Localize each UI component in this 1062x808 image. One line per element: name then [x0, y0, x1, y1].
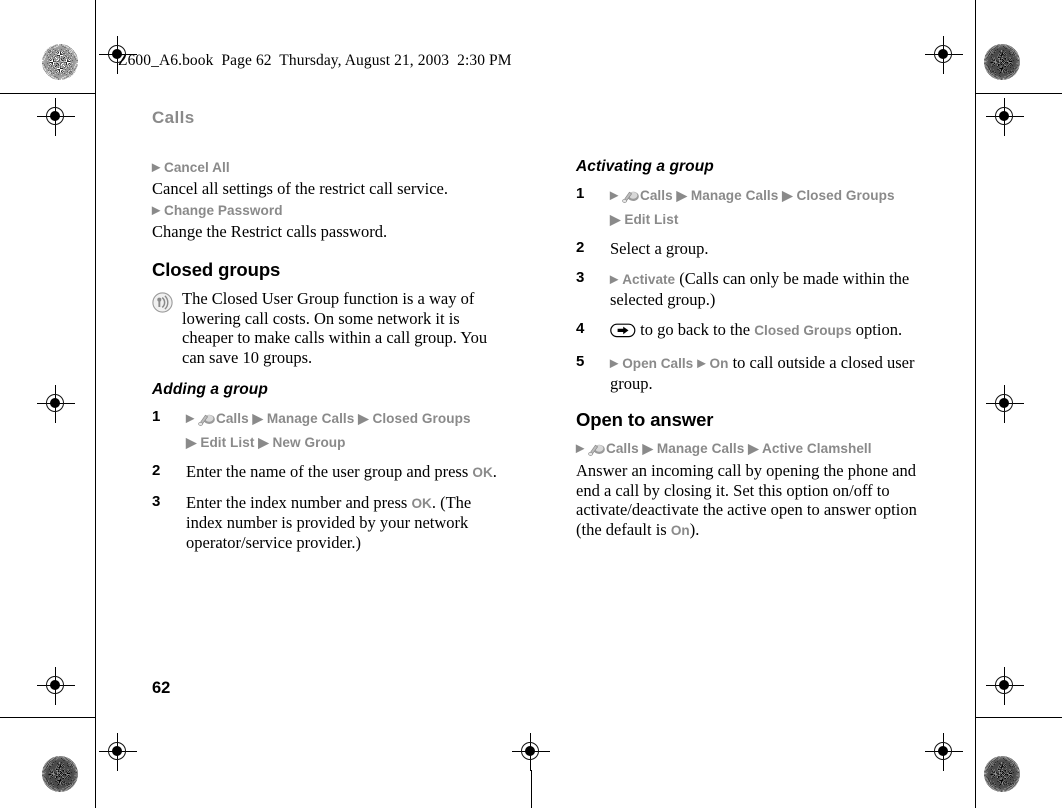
right-column: Activating a group 1 ▶ Calls ▶ Manage Ca…: [576, 158, 928, 542]
step-number: 1: [576, 185, 585, 202]
calls-handset-icon: [622, 189, 640, 209]
registration-target-left-lower: [37, 667, 75, 705]
menu-item-description: Cancel all settings of the restrict call…: [152, 179, 448, 198]
menu-arrow-icon: ▶: [697, 357, 706, 369]
signal-antenna-icon: [152, 292, 173, 313]
step-item: 3 Enter the index number and press OK. (…: [152, 493, 504, 554]
sub-heading-adding-a-group: Adding a group: [152, 381, 268, 398]
sub-heading-activating-a-group: Activating a group: [576, 158, 714, 175]
ui-term: Closed Groups: [754, 323, 852, 338]
step-path-line-2: ▶ Edit List ▶ New Group: [186, 434, 346, 450]
registration-target-right-upper: [986, 98, 1024, 136]
menu-item-label: Change Password: [163, 202, 283, 218]
ui-term: OK: [411, 495, 432, 511]
menu-item-cancel-all: ▶ Cancel All: [152, 158, 504, 178]
halftone-starburst-top-left: [42, 44, 78, 80]
open-to-answer-path: ▶ Calls ▶ Manage Calls ▶ Active Clamshel…: [576, 439, 928, 462]
crop-line-top-right: [975, 93, 1062, 94]
step-number: 2: [152, 462, 161, 479]
halftone-starburst-top-right: [984, 44, 1020, 80]
registration-target-right-middle: [986, 385, 1024, 423]
open-to-answer-description: Answer an incoming call by opening the p…: [576, 461, 928, 540]
registration-target-left-middle: [37, 385, 75, 423]
ui-term-2: On: [709, 355, 729, 371]
registration-target-top-right: [925, 36, 963, 74]
step-content: Enter the index number and press OK. (Th…: [186, 493, 471, 553]
menu-item-description: Change the Restrict calls password.: [152, 221, 388, 241]
menu-arrow-icon: ▶: [610, 357, 619, 369]
page-number: 62: [152, 679, 171, 697]
ui-term: Open Calls: [622, 355, 694, 371]
crop-line-bottom-center: [531, 770, 532, 808]
step-number: 5: [576, 352, 585, 370]
steps-activating-a-group: 1 ▶ Calls ▶ Manage Calls ▶ Closed Groups…: [576, 185, 928, 394]
step-text-before: Enter the index number and press: [186, 492, 412, 512]
ui-term: Activate: [622, 272, 676, 287]
crop-line-left: [95, 0, 96, 808]
body-text-after: ).: [689, 519, 700, 539]
step-item: 2 Select a group.: [576, 239, 928, 259]
step-item: 4 to go back to the Closed Groups option…: [576, 320, 928, 343]
calls-handset-icon: [198, 412, 216, 432]
body-text-before: Answer an incoming call by opening the p…: [576, 461, 917, 539]
step-item: 1 ▶ Calls ▶ Manage Calls ▶ Closed Groups…: [152, 408, 504, 452]
step-content: ▶ Activate (Calls can only be made withi…: [610, 269, 909, 309]
step-number: 2: [576, 239, 585, 256]
menu-arrow-icon: ▶: [152, 161, 161, 174]
step-number: 3: [152, 492, 161, 510]
step-path-line-1: Calls ▶ Manage Calls ▶ Closed Groups: [639, 188, 895, 203]
menu-arrow-icon: ▶: [576, 442, 585, 454]
page-title: Calls: [152, 108, 195, 127]
step-item: 3 ▶ Activate (Calls can only be made wit…: [576, 269, 928, 310]
step-content: ▶ Calls ▶ Manage Calls ▶ Closed Groups ▶…: [610, 185, 895, 228]
note-text: The Closed User Group function is a way …: [182, 289, 488, 367]
step-text-before: Enter the name of the user group and pre…: [186, 462, 473, 481]
crop-line-top-left: [0, 93, 95, 94]
step-content: Select a group.: [610, 239, 709, 258]
step-text-before: to go back to the: [636, 320, 755, 339]
note-block: The Closed User Group function is a way …: [152, 289, 504, 367]
step-content: Enter the name of the user group and pre…: [186, 462, 497, 481]
halftone-starburst-bottom-right: [984, 756, 1020, 792]
section-heading-open-to-answer: Open to answer: [576, 408, 714, 430]
registration-target-left-upper: [37, 98, 75, 136]
menu-item-label: Cancel All: [163, 160, 230, 175]
registration-target-bottom-left: [99, 733, 137, 771]
menu-arrow-icon: ▶: [610, 273, 619, 286]
step-number: 4: [576, 320, 585, 337]
back-arrow-button-icon: [610, 323, 636, 343]
open-to-answer-path-text: Calls ▶ Manage Calls ▶ Active Clamshell: [605, 440, 872, 456]
registration-target-bottom-right: [925, 733, 963, 771]
step-item: 2 Enter the name of the user group and p…: [152, 462, 504, 483]
calls-handset-icon: [588, 442, 606, 462]
step-content: to go back to the Closed Groups option.: [610, 320, 902, 339]
registration-target-right-lower: [986, 667, 1024, 705]
step-text-after: .: [492, 462, 497, 481]
ui-term: OK: [472, 465, 493, 480]
menu-item-change-password: ▶ Change Password: [152, 201, 504, 221]
crop-line-right: [975, 0, 976, 808]
crop-line-bottom-right: [975, 717, 1062, 718]
steps-adding-a-group: 1 ▶ Calls ▶ Manage Calls ▶ Closed Groups…: [152, 408, 504, 553]
step-content: ▶ Open Calls ▶ On to call outside a clos…: [610, 353, 914, 393]
step-number: 3: [576, 269, 585, 286]
step-path-line-1: Calls ▶ Manage Calls ▶ Closed Groups: [215, 411, 471, 426]
step-number: 1: [152, 408, 161, 425]
step-item: 1 ▶ Calls ▶ Manage Calls ▶ Closed Groups…: [576, 185, 928, 229]
step-item: 5 ▶ Open Calls ▶ On to call outside a cl…: [576, 353, 928, 394]
step-text-after: option.: [851, 320, 903, 339]
menu-arrow-icon: ▶: [610, 189, 619, 202]
left-column: ▶ Cancel All Cancel all settings of the …: [152, 158, 504, 563]
step-path-line-2: ▶ Edit List: [610, 211, 679, 227]
registration-target-bottom-center: [512, 733, 550, 771]
book-file-header: Z600_A6.book Page 62 Thursday, August 21…: [118, 52, 512, 69]
halftone-starburst-bottom-left: [42, 756, 78, 792]
crop-line-bottom-left: [0, 717, 95, 718]
menu-arrow-icon: ▶: [186, 412, 195, 425]
menu-arrow-icon: ▶: [152, 204, 161, 216]
section-heading-closed-groups: Closed groups: [152, 259, 281, 280]
step-content: ▶ Calls ▶ Manage Calls ▶ Closed Groups ▶…: [186, 408, 471, 451]
ui-term: On: [670, 522, 690, 538]
